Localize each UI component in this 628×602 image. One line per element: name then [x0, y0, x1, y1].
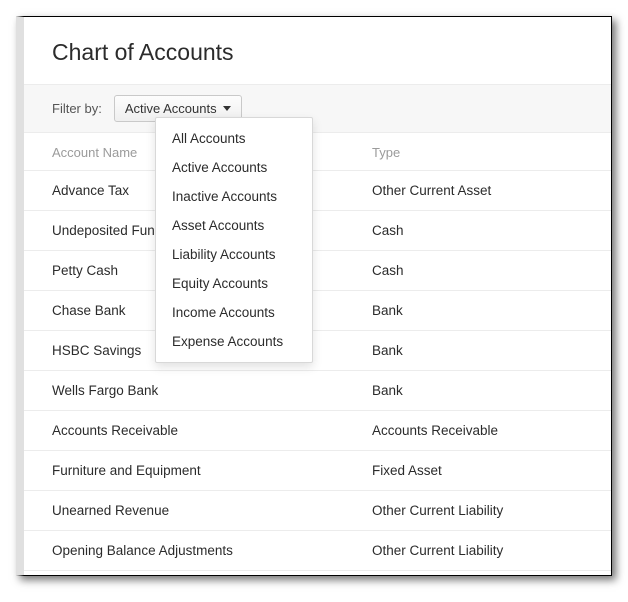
- table-row[interactable]: Accounts ReceivableAccounts Receivable: [24, 411, 611, 451]
- account-name-cell: Opening Balance Adjustments: [52, 543, 372, 558]
- account-type-cell: Bank: [372, 383, 583, 398]
- filter-dropdown-menu[interactable]: All AccountsActive AccountsInactive Acco…: [155, 117, 313, 363]
- account-type-cell: Other Current Liability: [372, 543, 583, 558]
- account-type-cell: Bank: [372, 343, 583, 358]
- content-area: Chart of Accounts Filter by: Active Acco…: [24, 17, 611, 575]
- table-header-row: Account Name Type: [24, 133, 611, 171]
- table-row[interactable]: Furniture and EquipmentFixed Asset: [24, 451, 611, 491]
- app-frame: Chart of Accounts Filter by: Active Acco…: [16, 16, 612, 576]
- account-type-cell: Accounts Receivable: [372, 423, 583, 438]
- table-row[interactable]: Advance TaxOther Current Asset: [24, 171, 611, 211]
- account-name-cell: Furniture and Equipment: [52, 463, 372, 478]
- filter-option[interactable]: Equity Accounts: [156, 269, 312, 298]
- filter-bar: Filter by: Active Accounts: [24, 84, 611, 133]
- account-type-cell: Bank: [372, 303, 583, 318]
- account-name-cell: Accounts Receivable: [52, 423, 372, 438]
- account-type-cell: Other Current Asset: [372, 183, 583, 198]
- filter-label: Filter by:: [52, 101, 102, 116]
- account-name-cell: Wells Fargo Bank: [52, 383, 372, 398]
- filter-option[interactable]: All Accounts: [156, 124, 312, 153]
- account-name-cell: Unearned Revenue: [52, 503, 372, 518]
- filter-option[interactable]: Income Accounts: [156, 298, 312, 327]
- filter-option[interactable]: Inactive Accounts: [156, 182, 312, 211]
- table-row[interactable]: HSBC SavingsBank: [24, 331, 611, 371]
- filter-option[interactable]: Liability Accounts: [156, 240, 312, 269]
- accounts-table: Account Name Type Advance TaxOther Curre…: [24, 133, 611, 571]
- table-row[interactable]: Wells Fargo BankBank: [24, 371, 611, 411]
- filter-option[interactable]: Active Accounts: [156, 153, 312, 182]
- account-type-cell: Fixed Asset: [372, 463, 583, 478]
- chevron-down-icon: [223, 106, 231, 111]
- table-row[interactable]: Chase BankBank: [24, 291, 611, 331]
- table-row[interactable]: Opening Balance AdjustmentsOther Current…: [24, 531, 611, 571]
- table-row[interactable]: Petty CashCash: [24, 251, 611, 291]
- page-title: Chart of Accounts: [24, 17, 611, 84]
- table-row[interactable]: Undeposited FundsCash: [24, 211, 611, 251]
- column-header-type[interactable]: Type: [372, 145, 583, 160]
- account-type-cell: Other Current Liability: [372, 503, 583, 518]
- table-row[interactable]: Unearned RevenueOther Current Liability: [24, 491, 611, 531]
- table-body: Advance TaxOther Current AssetUndeposite…: [24, 171, 611, 571]
- filter-option[interactable]: Asset Accounts: [156, 211, 312, 240]
- account-type-cell: Cash: [372, 263, 583, 278]
- filter-selected-value: Active Accounts: [125, 101, 217, 116]
- account-type-cell: Cash: [372, 223, 583, 238]
- filter-option[interactable]: Expense Accounts: [156, 327, 312, 356]
